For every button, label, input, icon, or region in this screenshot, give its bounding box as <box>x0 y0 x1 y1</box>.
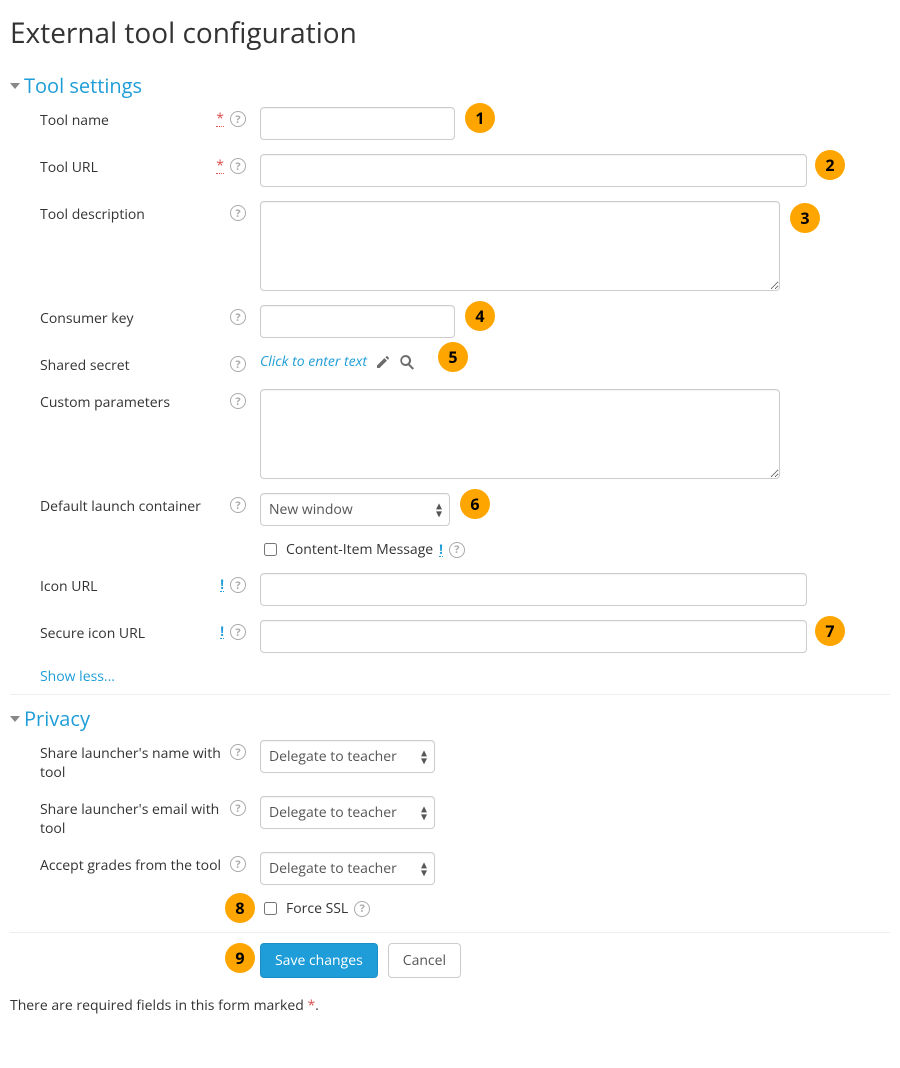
label-default-launch-container: Default launch container <box>40 497 224 516</box>
label-shared-secret: Shared secret <box>40 356 224 375</box>
label-tool-name: Tool name <box>40 111 210 130</box>
advanced-icon: ! <box>220 578 224 592</box>
label-force-ssl: Force SSL <box>286 899 348 918</box>
row-consumer-key: Consumer key ? 4 <box>10 305 890 338</box>
content-item-message-checkbox[interactable] <box>264 543 277 556</box>
annotation-7: 7 <box>815 616 845 646</box>
row-custom-parameters: Custom parameters ? <box>10 389 890 479</box>
consumer-key-input[interactable] <box>260 305 455 338</box>
tool-name-input[interactable] <box>260 107 455 140</box>
required-icon: * <box>216 159 224 174</box>
help-icon[interactable]: ? <box>449 542 465 558</box>
label-content-item-message: Content-Item Message <box>286 540 433 559</box>
page-title: External tool configuration <box>10 14 890 52</box>
row-icon-url: Icon URL ! ? <box>10 573 890 606</box>
privacy-header[interactable]: Privacy <box>10 705 890 732</box>
cancel-button[interactable]: Cancel <box>388 943 461 978</box>
tool-settings-section: Tool settings Tool name * ? 1 Tool URL *… <box>10 72 890 695</box>
label-secure-icon-url: Secure icon URL <box>40 624 214 643</box>
share-name-select[interactable]: Delegate to teacher <box>260 740 435 773</box>
annotation-9: 9 <box>225 943 255 973</box>
annotation-6: 6 <box>460 489 490 519</box>
row-tool-description: Tool description ? 3 <box>10 201 890 291</box>
row-share-email: Share launcher's email with tool ? Deleg… <box>10 796 890 838</box>
label-consumer-key: Consumer key <box>40 309 224 328</box>
advanced-icon: ! <box>220 625 224 639</box>
required-fields-note: There are required fields in this form m… <box>10 996 890 1015</box>
icon-url-input[interactable] <box>260 573 807 606</box>
help-icon[interactable]: ? <box>230 111 246 127</box>
help-icon[interactable]: ? <box>230 497 246 513</box>
label-tool-url: Tool URL <box>40 158 210 177</box>
help-icon[interactable]: ? <box>230 356 246 372</box>
triangle-down-icon <box>10 716 20 722</box>
advanced-icon: ! <box>439 543 443 557</box>
annotation-1: 1 <box>465 103 495 133</box>
tool-url-input[interactable] <box>260 154 807 187</box>
save-changes-button[interactable]: Save changes <box>260 943 378 978</box>
share-email-select[interactable]: Delegate to teacher <box>260 796 435 829</box>
form-actions: 9 Save changes Cancel <box>260 943 890 978</box>
default-launch-container-select[interactable]: New window <box>260 493 450 526</box>
row-default-launch-container: Default launch container ? New window ▴▾… <box>10 493 890 526</box>
row-tool-name: Tool name * ? 1 <box>10 107 890 140</box>
label-tool-description: Tool description <box>40 205 224 224</box>
tool-description-input[interactable] <box>260 201 780 291</box>
row-share-name: Share launcher's name with tool ? Delega… <box>10 740 890 782</box>
label-share-name: Share launcher's name with tool <box>40 744 224 782</box>
secure-icon-url-input[interactable] <box>260 620 807 653</box>
shared-secret-click-to-enter[interactable]: Click to enter text <box>260 352 367 371</box>
required-icon: * <box>216 112 224 127</box>
help-icon[interactable]: ? <box>354 901 370 917</box>
help-icon[interactable]: ? <box>230 856 246 872</box>
help-icon[interactable]: ? <box>230 158 246 174</box>
help-icon[interactable]: ? <box>230 577 246 593</box>
force-ssl-checkbox[interactable] <box>264 902 277 915</box>
pencil-icon[interactable] <box>375 354 391 370</box>
label-custom-parameters: Custom parameters <box>40 393 224 412</box>
row-secure-icon-url: Secure icon URL ! ? 7 <box>10 620 890 653</box>
divider <box>10 932 890 933</box>
annotation-2: 2 <box>815 150 845 180</box>
divider <box>10 694 890 695</box>
help-icon[interactable]: ? <box>230 309 246 325</box>
row-shared-secret: Shared secret ? Click to enter text 5 <box>10 352 890 375</box>
row-tool-url: Tool URL * ? 2 <box>10 154 890 187</box>
help-icon[interactable]: ? <box>230 393 246 409</box>
magnify-icon[interactable] <box>399 354 415 370</box>
tool-settings-title: Tool settings <box>24 72 142 99</box>
help-icon[interactable]: ? <box>230 624 246 640</box>
annotation-3: 3 <box>790 203 820 233</box>
privacy-title: Privacy <box>24 705 90 732</box>
annotation-5: 5 <box>438 342 468 372</box>
triangle-down-icon <box>10 83 20 89</box>
help-icon[interactable]: ? <box>230 744 246 760</box>
custom-parameters-input[interactable] <box>260 389 780 479</box>
tool-settings-header[interactable]: Tool settings <box>10 72 890 99</box>
label-share-email: Share launcher's email with tool <box>40 800 224 838</box>
annotation-4: 4 <box>465 301 495 331</box>
annotation-8: 8 <box>225 893 255 923</box>
row-accept-grades: Accept grades from the tool ? Delegate t… <box>10 852 890 885</box>
row-force-ssl: 8 Force SSL ? <box>10 899 890 918</box>
help-icon[interactable]: ? <box>230 800 246 816</box>
row-content-item-message: Content-Item Message ! ? <box>10 540 890 559</box>
accept-grades-select[interactable]: Delegate to teacher <box>260 852 435 885</box>
help-icon[interactable]: ? <box>230 205 246 221</box>
show-less-link[interactable]: Show less... <box>40 667 890 686</box>
label-accept-grades: Accept grades from the tool <box>40 856 224 875</box>
label-icon-url: Icon URL <box>40 577 214 596</box>
privacy-section: Privacy Share launcher's name with tool … <box>10 705 890 933</box>
